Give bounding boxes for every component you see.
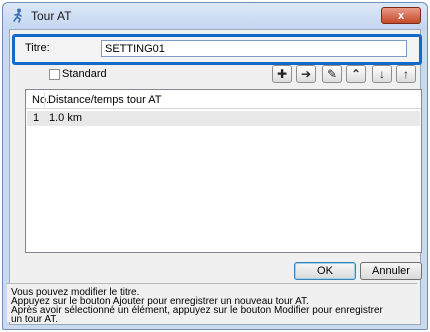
standard-label: Standard bbox=[62, 68, 107, 80]
help-line: un tour AT. bbox=[11, 314, 59, 325]
arrow-right-icon: ➔ bbox=[300, 67, 312, 81]
list-header: No. Distance/temps tour AT bbox=[26, 90, 421, 109]
move-up-button[interactable]: ↑ bbox=[396, 65, 416, 83]
cancel-button[interactable]: Annuler bbox=[360, 262, 422, 280]
standard-checkbox[interactable] bbox=[49, 69, 60, 80]
ok-button[interactable]: OK bbox=[294, 262, 356, 280]
delete-button[interactable]: ⌃ bbox=[346, 65, 366, 83]
help-line: Après avoir sélectionné un élément, appu… bbox=[11, 305, 383, 316]
arrow-up-icon: ↑ bbox=[403, 67, 409, 81]
table-row[interactable]: 1 1.0 km bbox=[27, 111, 420, 126]
close-button[interactable]: x bbox=[381, 7, 421, 24]
erase-icon: ⌃ bbox=[350, 67, 362, 81]
runner-icon bbox=[13, 8, 22, 23]
title-bar[interactable]: Tour AT x bbox=[3, 3, 427, 29]
help-text-area: Vous pouvez modifier le titre. Appuyez s… bbox=[7, 283, 417, 325]
column-header-no[interactable]: No. bbox=[32, 94, 49, 106]
plus-icon: ✚ bbox=[276, 67, 288, 81]
cell-no: 1 bbox=[33, 112, 40, 124]
column-separator[interactable] bbox=[44, 92, 45, 107]
title-input[interactable] bbox=[101, 40, 407, 57]
move-down-button[interactable]: ↓ bbox=[372, 65, 392, 83]
arrow-down-icon: ↓ bbox=[379, 67, 385, 81]
title-field-group: Titre: bbox=[12, 34, 422, 65]
window-title: Tour AT bbox=[31, 9, 72, 23]
add-button[interactable]: ✚ bbox=[272, 65, 292, 83]
close-icon: x bbox=[397, 9, 405, 22]
lap-list[interactable]: No. Distance/temps tour AT 1 1.0 km bbox=[25, 89, 422, 253]
insert-button[interactable]: ➔ bbox=[296, 65, 316, 83]
pencil-icon: ✎ bbox=[326, 67, 338, 81]
column-header-distance[interactable]: Distance/temps tour AT bbox=[48, 94, 162, 106]
title-label: Titre: bbox=[25, 42, 50, 54]
edit-button[interactable]: ✎ bbox=[322, 65, 342, 83]
cell-distance: 1.0 km bbox=[49, 112, 83, 124]
